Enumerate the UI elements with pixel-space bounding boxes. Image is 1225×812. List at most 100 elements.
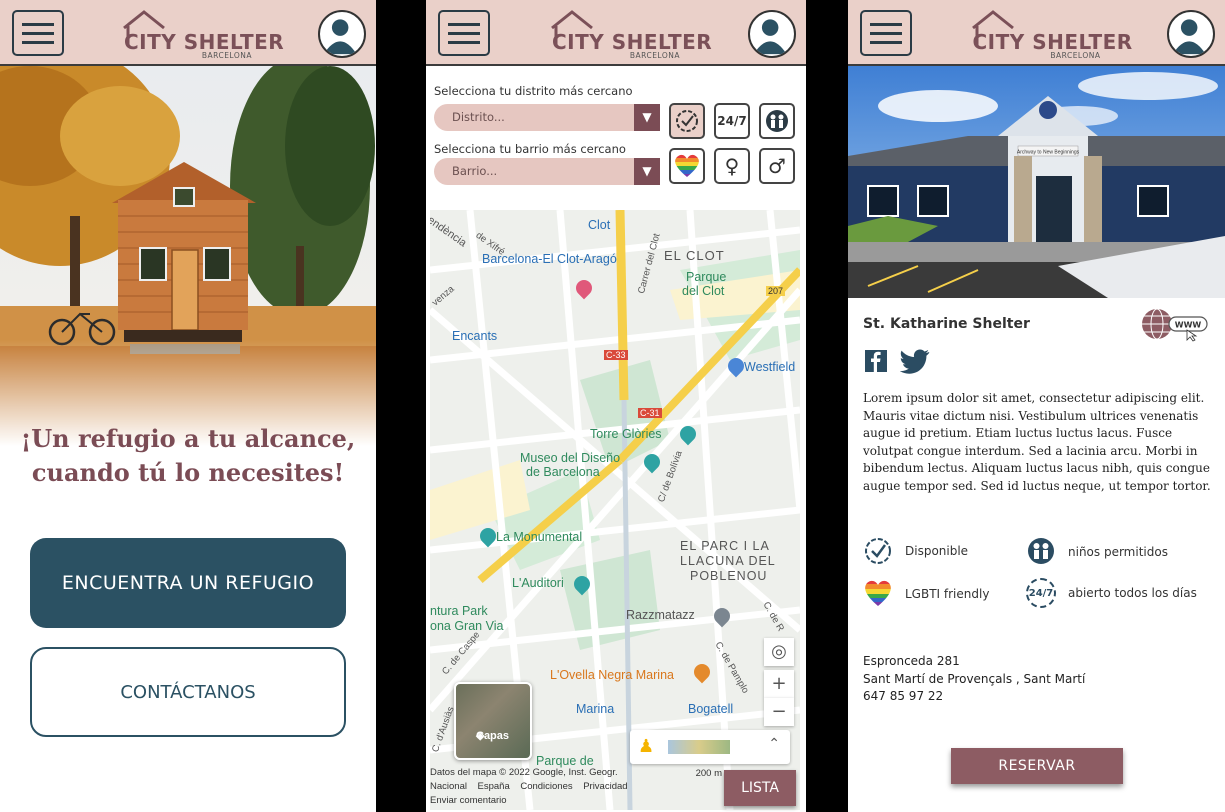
road-c33-label: C-33	[604, 350, 628, 360]
logo[interactable]: CITY SHELTER BARCELONA	[967, 8, 1132, 60]
website-globe-icon[interactable]: WWW	[1141, 306, 1209, 342]
map-label-parque-del-clot-1: Parque	[686, 270, 727, 284]
map-scale: 200 m	[695, 768, 722, 779]
map-label-encants: Encants	[452, 329, 498, 343]
list-view-button[interactable]: LISTA	[724, 770, 796, 806]
home-tagline: ¡Un refugio a tu alcance, cuando tú lo n…	[0, 422, 376, 490]
map-label-monumental: La Monumental	[496, 530, 583, 544]
map-label-gran-via: ona Gran Via	[430, 619, 504, 633]
female-filter-button[interactable]: ♀	[714, 148, 750, 184]
profile-avatar-icon[interactable]	[1167, 10, 1215, 58]
map-footer-links: Nacional España Condiciones Privacidad	[430, 780, 628, 794]
map-label-parc-2: LLACUNA DEL	[680, 554, 776, 568]
contact-button[interactable]: CONTÁCTANOS	[30, 647, 346, 737]
map-label-torre-glories: Torre Glòries	[590, 427, 662, 441]
map-label-westfield: Westfield	[744, 360, 796, 374]
available-filter-button[interactable]	[669, 103, 705, 139]
map-label-parc-1: EL PARC I LA	[680, 539, 770, 553]
clock-check-icon	[676, 110, 698, 132]
map-privacy-link[interactable]: Privacidad	[583, 781, 627, 792]
open-24-7-filter-button[interactable]: 24/7	[714, 103, 750, 139]
menu-icon[interactable]	[438, 10, 490, 56]
my-location-icon[interactable]: ◎	[764, 638, 794, 666]
map-type-thumbnails[interactable]	[668, 740, 730, 754]
shelter-address: Espronceda 281 Sant Martí de Provençals …	[863, 653, 1085, 706]
map-copyright: Datos del mapa © 2022 Google, Inst. Geog…	[430, 767, 618, 778]
street-view-pegman-icon[interactable]: ♟	[638, 736, 654, 757]
brand-city: BARCELONA	[629, 51, 680, 60]
road-c31-label: C-31	[638, 408, 662, 418]
map-label-razzmatazz: Razzmatazz	[626, 608, 695, 622]
menu-icon[interactable]	[12, 10, 64, 56]
app-header: CITY SHELTER BARCELONA	[426, 0, 806, 66]
profile-avatar-icon[interactable]	[748, 10, 796, 58]
feature-ninos: niños permitidos	[1068, 545, 1168, 559]
lgbti-filter-button[interactable]	[669, 148, 705, 184]
district-label: Selecciona tu distrito más cercano	[434, 84, 633, 98]
feature-disponible: Disponible	[905, 544, 969, 558]
barrio-label: Selecciona tu barrio más cercano	[434, 142, 626, 156]
map-label-parc-3: POBLENOU	[690, 569, 768, 583]
district-select[interactable]: Distrito... ▼	[434, 104, 660, 131]
expand-chevron-icon[interactable]: ⌃	[768, 736, 780, 752]
map-terms-link[interactable]: Condiciones	[520, 781, 572, 792]
search-screen: CITY SHELTER BARCELONA Selecciona tu dis…	[426, 0, 806, 812]
map-footer-espana: España	[477, 781, 510, 792]
clock-check-icon	[865, 538, 891, 564]
map-label-el-clot: EL CLOT	[664, 248, 725, 263]
map-label-museo-1: Museo del Diseño	[520, 451, 621, 465]
district-select-value: Distrito...	[452, 110, 505, 124]
app-header: CITY SHELTER BARCELONA	[848, 0, 1225, 66]
24-7-icon-text: 24/7	[1028, 587, 1054, 599]
address-line-2: Sant Martí de Provençals , Sant Martí	[863, 671, 1086, 686]
feature-abierto: abierto todos los días	[1068, 586, 1197, 600]
reserve-button[interactable]: RESERVAR	[951, 748, 1123, 784]
male-filter-button[interactable]: ♂	[759, 148, 795, 184]
menu-icon[interactable]	[860, 10, 912, 56]
female-icon: ♀	[724, 154, 740, 178]
children-icon	[766, 110, 788, 132]
barrio-select-value: Barrio...	[452, 164, 498, 178]
male-icon: ♂	[768, 154, 786, 178]
brand-city: BARCELONA	[201, 51, 252, 60]
map-label-marina: Marina	[576, 702, 615, 716]
barrio-select[interactable]: Barrio... ▼	[434, 158, 660, 185]
phone-number[interactable]: 647 85 97 22	[863, 688, 1085, 706]
facebook-icon[interactable]	[863, 348, 889, 374]
logo[interactable]: CITY SHELTER BARCELONA	[546, 8, 712, 60]
map-layers-button[interactable]: ◈ Capas	[454, 682, 532, 760]
profile-avatar-icon[interactable]	[318, 10, 366, 58]
feature-lgbti: LGBTI friendly	[905, 587, 990, 601]
shelter-map[interactable]: Clot EL CLOT Barcelona-El Clot-Aragó Par…	[430, 210, 800, 810]
layers-text: Capas	[476, 730, 510, 742]
brand-city: BARCELONA	[1050, 51, 1101, 60]
zoom-in-button[interactable]: +	[764, 670, 794, 698]
map-label-auditori: L'Auditori	[512, 576, 564, 590]
shelter-detail-screen: CITY SHELTER BARCELONA Archway to New Be…	[848, 0, 1225, 812]
zoom-out-button[interactable]: −	[764, 698, 794, 726]
shelter-name: St. Katharine Shelter	[863, 316, 1030, 332]
map-tools-bar: ♟ ⌃	[630, 730, 790, 764]
address-line-1: Espronceda 281	[863, 654, 960, 668]
map-label-museo-2: de Barcelona	[526, 465, 600, 479]
map-label-parque-del-clot-2: del Clot	[682, 284, 725, 298]
map-label-ovella-negra: L'Ovella Negra Marina	[550, 668, 674, 682]
children-icon	[1028, 538, 1054, 564]
24-7-icon: 24/7	[717, 114, 747, 128]
map-footer: Datos del mapa © 2022 Google, Inst. Geog…	[430, 766, 628, 808]
shelter-description: Lorem ipsum dolor sit amet, consectetur …	[863, 391, 1211, 493]
chevron-down-icon: ▼	[634, 158, 660, 185]
send-feedback-link[interactable]: Enviar comentario	[430, 794, 628, 808]
www-label: WWW	[1175, 321, 1202, 330]
twitter-icon[interactable]	[900, 348, 930, 374]
home-screen: CITY SHELTER BARCELONA ¡Un refugio a tu …	[0, 0, 376, 812]
app-header: CITY SHELTER BARCELONA	[0, 0, 376, 66]
24-7-icon: 24/7	[1026, 578, 1056, 608]
map-label-clot: Clot	[588, 218, 611, 232]
find-shelter-button[interactable]: ENCUENTRA UN REFUGIO	[30, 538, 346, 628]
map-label-ntura-park: ntura Park	[430, 604, 488, 618]
chevron-down-icon: ▼	[634, 104, 660, 131]
photo-sign-text: Archway to New Beginnings	[1017, 150, 1080, 156]
children-filter-button[interactable]	[759, 103, 795, 139]
logo[interactable]: CITY SHELTER BARCELONA	[118, 8, 284, 60]
